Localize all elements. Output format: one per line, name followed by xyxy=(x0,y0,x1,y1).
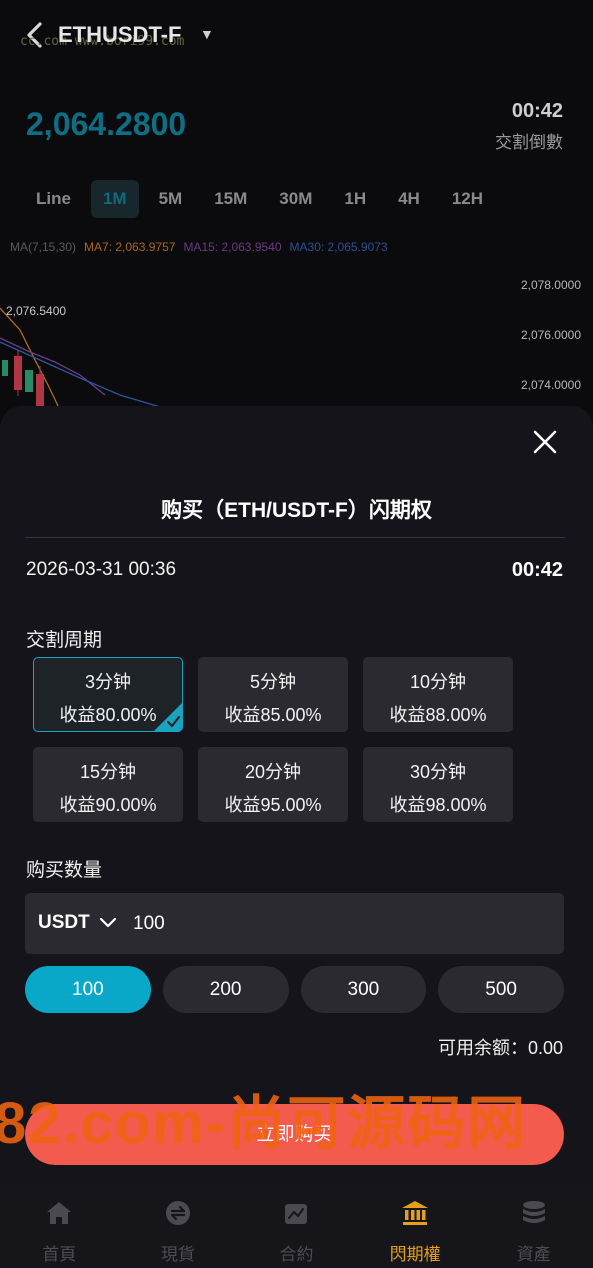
period-option-3min[interactable]: 3分钟 收益80.00% xyxy=(33,657,183,732)
current-price: 2,064.2800 xyxy=(26,106,187,142)
purchase-modal: 购买（ETH/USDT-F）闪期权 2026-03-31 00:36 00:42… xyxy=(0,406,593,1268)
ma-legend: MA(7,15,30) MA7: 2,063.9757 MA15: 2,063.… xyxy=(10,240,388,254)
nav-label: 現貨 xyxy=(160,1245,195,1264)
tab-1h[interactable]: 1H xyxy=(332,180,378,218)
ma15-label: MA15: 2,063.9540 xyxy=(183,240,282,254)
divider xyxy=(25,537,565,538)
period-return: 收益95.00% xyxy=(224,795,322,815)
order-timer: 00:42 xyxy=(511,559,563,581)
period-return: 收益88.00% xyxy=(389,705,487,725)
period-option-10min[interactable]: 10分钟 收益88.00% xyxy=(363,657,513,732)
top-bar: cc.com www.bori99.com ETHUSDT-F ▼ xyxy=(0,0,593,70)
period-duration: 5分钟 xyxy=(249,672,296,692)
nav-flash-options[interactable]: 閃期權 xyxy=(356,1188,475,1268)
home-icon xyxy=(47,1202,72,1224)
nav-label: 資產 xyxy=(516,1245,551,1264)
nav-contract[interactable]: 合約 xyxy=(237,1188,356,1268)
available-balance: 可用余额：0.00 xyxy=(437,1038,563,1058)
bank-icon xyxy=(402,1201,429,1225)
symbol-title[interactable]: ETHUSDT-F xyxy=(58,22,181,48)
period-option-30min[interactable]: 30分钟 收益98.00% xyxy=(363,747,513,822)
period-duration: 3分钟 xyxy=(84,672,131,692)
nav-label: 閃期權 xyxy=(389,1245,441,1264)
period-section-label: 交割周期 xyxy=(26,630,103,651)
market-section: cc.com www.bori99.com ETHUSDT-F ▼ 2,064.… xyxy=(0,0,593,430)
currency-select[interactable]: USDT xyxy=(38,912,90,934)
period-duration: 20分钟 xyxy=(244,762,302,782)
tab-12h[interactable]: 12H xyxy=(440,180,495,218)
nav-home[interactable]: 首頁 xyxy=(0,1188,119,1268)
interval-tabs: Line 1M 5M 15M 30M 1H 4H 12H xyxy=(24,180,495,218)
close-icon[interactable] xyxy=(531,428,559,456)
y-axis-label: 2,074.0000 xyxy=(520,378,581,392)
nav-label: 合約 xyxy=(279,1245,314,1264)
countdown-label: 交割倒數 xyxy=(495,133,563,152)
symbol-dropdown-icon[interactable]: ▼ xyxy=(200,26,214,42)
nav-spot[interactable]: 現貨 xyxy=(119,1188,238,1268)
period-options: 3分钟 收益80.00% 5分钟 收益85.00% 10分钟 收益88.00% … xyxy=(33,657,523,822)
countdown-value: 00:42 xyxy=(511,100,563,122)
period-duration: 10分钟 xyxy=(409,672,467,692)
quick-amount-300[interactable]: 300 xyxy=(300,966,427,1013)
y-axis-label: 2,076.0000 xyxy=(520,328,581,342)
amount-field: USDT xyxy=(25,893,564,954)
period-option-15min[interactable]: 15分钟 收益90.00% xyxy=(33,747,183,822)
ma-all-label: MA(7,15,30) xyxy=(10,240,77,254)
quick-amount-200[interactable]: 200 xyxy=(162,966,289,1013)
candle xyxy=(25,370,33,392)
tab-15m[interactable]: 15M xyxy=(202,180,259,218)
checkmark-icon xyxy=(154,703,182,731)
modal-title: 购买（ETH/USDT-F）闪期权 xyxy=(161,499,432,522)
period-option-20min[interactable]: 20分钟 收益95.00% xyxy=(198,747,348,822)
nav-assets[interactable]: 資產 xyxy=(474,1188,593,1268)
candle xyxy=(2,360,8,376)
chart-high-label: 2,076.5400 xyxy=(6,304,67,318)
period-option-5min[interactable]: 5分钟 收益85.00% xyxy=(198,657,348,732)
period-duration: 30分钟 xyxy=(409,762,467,782)
period-return: 收益90.00% xyxy=(59,795,157,815)
tab-line[interactable]: Line xyxy=(24,180,83,218)
y-axis-label: 2,078.0000 xyxy=(520,278,581,292)
order-date: 2026-03-31 00:36 xyxy=(26,559,177,580)
quantity-section-label: 购买数量 xyxy=(26,860,103,881)
quick-amount-500[interactable]: 500 xyxy=(438,966,564,1013)
nav-label: 首頁 xyxy=(42,1245,77,1264)
contract-icon xyxy=(285,1204,308,1224)
ma7-line xyxy=(0,307,61,411)
tab-30m[interactable]: 30M xyxy=(267,180,324,218)
quick-amounts: 100 200 300 500 xyxy=(25,966,564,1013)
tab-5m[interactable]: 5M xyxy=(147,180,195,218)
app-screen: cc.com www.bori99.com ETHUSDT-F ▼ 2,064.… xyxy=(0,0,593,1268)
ma30-label: MA30: 2,065.9073 xyxy=(289,240,388,254)
tab-4h[interactable]: 4H xyxy=(386,180,432,218)
period-return: 收益85.00% xyxy=(224,705,322,725)
tab-1m[interactable]: 1M xyxy=(90,180,139,218)
amount-input[interactable] xyxy=(133,907,533,941)
chevron-down-icon[interactable] xyxy=(98,915,118,931)
period-return: 收益98.00% xyxy=(389,795,487,815)
quick-amount-100[interactable]: 100 xyxy=(25,966,151,1013)
coins-icon xyxy=(522,1201,545,1223)
bottom-nav: 首頁 現貨 合約 閃期權 資產 xyxy=(0,1188,593,1268)
exchange-icon xyxy=(165,1201,190,1225)
ma7-label: MA7: 2,063.9757 xyxy=(84,240,176,254)
period-duration: 15分钟 xyxy=(79,762,137,782)
watermark-overlay: 82.com-尚可源码网 xyxy=(0,1091,528,1156)
